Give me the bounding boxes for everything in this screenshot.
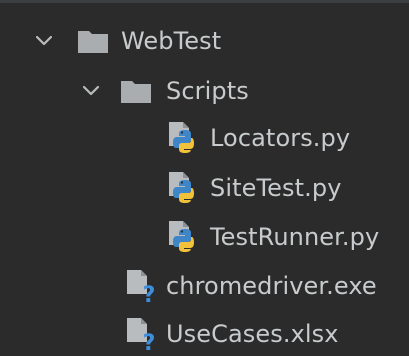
chevron-down-icon[interactable] — [80, 80, 102, 102]
chevron-down-icon[interactable] — [33, 30, 55, 52]
tree-item-file[interactable]: SiteTest.py — [0, 168, 342, 208]
svg-text:?: ? — [143, 283, 156, 303]
tree-item-label: Scripts — [166, 77, 249, 105]
tree-item-label: SiteTest.py — [210, 174, 342, 202]
tree-item-file[interactable]: Locators.py — [0, 118, 350, 158]
tree-item-file[interactable]: ? chromedriver.exe — [0, 266, 377, 308]
tree-item-label: Locators.py — [210, 124, 351, 152]
tree-item-file[interactable]: ? UseCases.xlsx — [0, 314, 339, 356]
tree-item-label: chromedriver.exe — [166, 272, 377, 300]
unknown-file-icon: ? — [124, 317, 156, 356]
folder-icon — [77, 28, 109, 54]
tree-item-scripts[interactable]: Scripts — [0, 71, 249, 111]
python-file-icon — [166, 171, 198, 205]
project-tree: WebTest Scripts Locators.py SiteTest.py … — [0, 0, 409, 356]
python-file-icon — [166, 121, 198, 155]
tree-item-label: UseCases.xlsx — [166, 320, 339, 348]
tree-item-webtest[interactable]: WebTest — [0, 21, 221, 61]
svg-text:?: ? — [143, 331, 156, 351]
tree-item-label: TestRunner.py — [210, 223, 380, 251]
python-file-icon — [166, 220, 198, 254]
unknown-file-icon: ? — [124, 269, 156, 308]
tree-item-file[interactable]: TestRunner.py — [0, 217, 379, 257]
folder-icon — [120, 78, 152, 104]
tree-item-label: WebTest — [121, 27, 222, 55]
